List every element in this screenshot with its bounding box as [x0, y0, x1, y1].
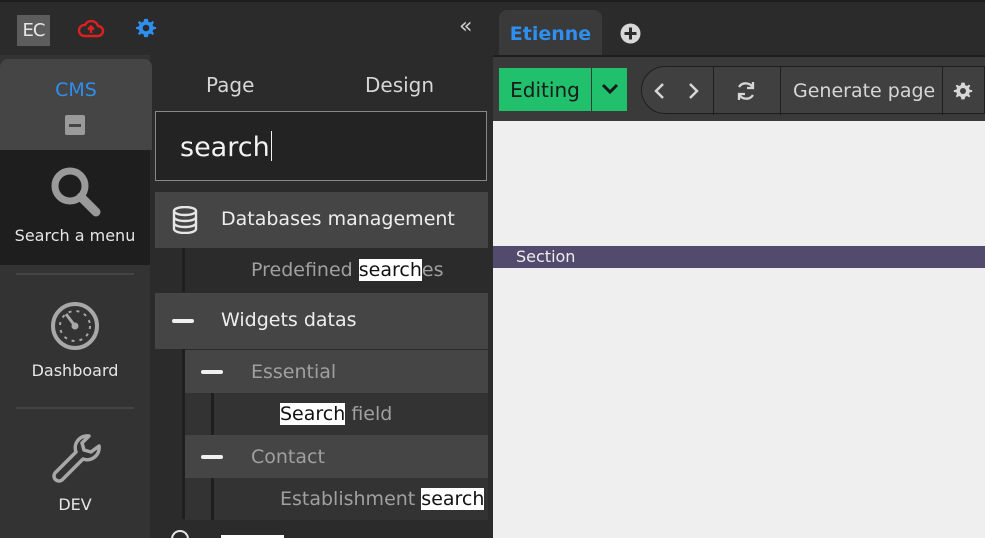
tab-etienne[interactable]: Etienne — [499, 10, 602, 57]
toolbar-divider — [780, 67, 781, 115]
wrench-icon — [52, 434, 101, 483]
menu-panel: Page Design search Databases management … — [155, 55, 488, 538]
minus-icon — [201, 455, 223, 459]
toolbar-divider — [713, 67, 714, 115]
menu-item-label: Widgets datas — [221, 309, 357, 331]
menu-item-label: Establishment search — [280, 488, 485, 510]
rail-item-dev[interactable]: DEV — [0, 419, 150, 538]
menu-item-label: Contact — [251, 446, 325, 468]
rail-divider — [16, 273, 134, 275]
menu-item-contact[interactable]: Contact — [185, 435, 488, 478]
menu-item-partial — [155, 525, 488, 538]
rail-item-label: Search a menu — [14, 226, 136, 245]
chevron-down-icon — [601, 83, 619, 95]
tabs-bar: Etienne — [493, 0, 985, 57]
tab-design[interactable]: Design — [365, 73, 434, 97]
cms-label: CMS — [55, 79, 97, 101]
gauge-icon — [51, 302, 99, 350]
menu-item-search-field[interactable]: Search field — [185, 393, 488, 435]
gear-icon[interactable] — [953, 81, 973, 101]
partial-icon — [171, 530, 189, 538]
chevron-left-icon[interactable] — [653, 82, 667, 100]
minus-icon — [201, 370, 223, 374]
menu-item-establishment-search[interactable]: Establishment search — [185, 478, 488, 520]
menu-item-label: Databases management — [221, 208, 455, 230]
rail-item-dashboard[interactable]: Dashboard — [0, 285, 150, 405]
tree-line — [211, 478, 214, 520]
rail-item-label: DEV — [58, 495, 92, 514]
menu-item-label: Essential — [251, 361, 337, 383]
page-canvas[interactable]: Section — [493, 121, 985, 538]
mode-dropdown-button[interactable] — [592, 68, 627, 111]
editor-toolbar: Editing Generate page — [493, 55, 985, 121]
rail-item-label: Dashboard — [31, 361, 119, 380]
menu-item-label: Predefined searches — [251, 259, 444, 281]
collapse-panel-icon[interactable]: « — [459, 15, 472, 39]
tree-line — [211, 393, 214, 435]
toolbar-actions: Generate page — [641, 66, 985, 115]
menu-item-label: Search field — [280, 403, 393, 425]
cms-tab[interactable]: CMS — [0, 59, 152, 150]
section-label: Section — [516, 247, 576, 266]
plus-circle-icon[interactable] — [620, 23, 641, 44]
search-input-value: search — [180, 131, 272, 163]
search-icon — [51, 167, 101, 217]
rail-item-search[interactable]: Search a menu — [0, 150, 150, 265]
chevron-right-icon[interactable] — [686, 82, 700, 100]
search-input[interactable]: search — [155, 111, 487, 181]
refresh-icon[interactable] — [735, 80, 757, 102]
top-bar: EC « — [0, 0, 493, 55]
toolbar-divider — [942, 67, 943, 115]
menu-item-widgets-datas[interactable]: Widgets datas — [155, 293, 488, 349]
section-bar[interactable]: Section — [493, 246, 985, 268]
rail-divider — [16, 407, 134, 409]
menu-item-predefined-searches[interactable]: Predefined searches — [155, 248, 488, 292]
minus-square-icon[interactable] — [65, 115, 85, 135]
menu-item-databases[interactable]: Databases management — [155, 192, 488, 248]
menu-item-essential[interactable]: Essential — [185, 350, 488, 393]
avatar[interactable]: EC — [17, 15, 50, 46]
tree-line — [182, 248, 185, 292]
app-root: EC « Etienne CMS Search a menu Dashboard… — [0, 0, 985, 538]
cloud-upload-icon[interactable] — [77, 17, 105, 41]
tab-page[interactable]: Page — [206, 73, 254, 97]
left-rail: CMS Search a menu Dashboard DEV — [0, 55, 152, 538]
mode-select[interactable]: Editing — [499, 68, 591, 111]
generate-page-button[interactable]: Generate page — [793, 80, 935, 102]
database-icon — [172, 206, 198, 234]
gear-icon[interactable] — [135, 17, 157, 39]
minus-icon — [172, 319, 194, 323]
